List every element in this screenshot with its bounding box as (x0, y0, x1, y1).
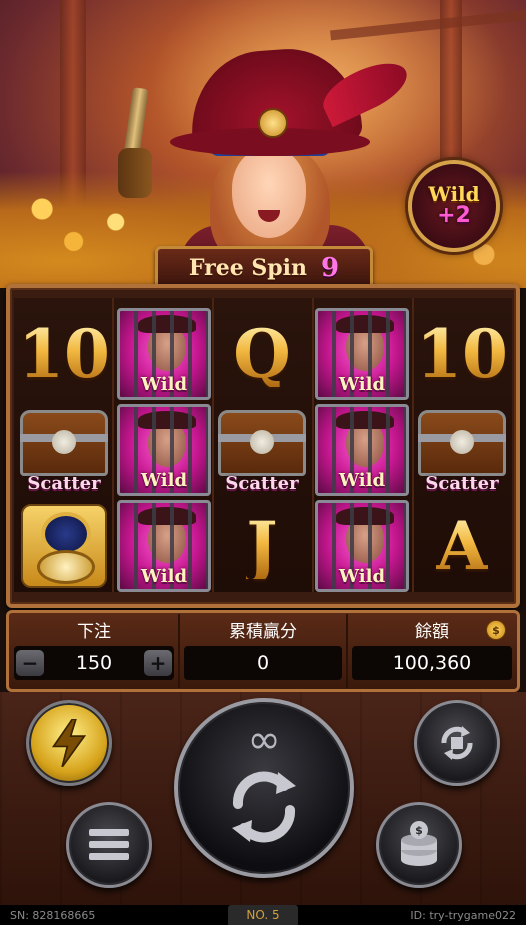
winnings-label: 累積贏分 (229, 621, 297, 642)
reel-cell: Q (214, 306, 310, 402)
symbol-letter: J (246, 507, 278, 585)
lightning-icon (51, 719, 87, 767)
symbol-letter: 10 (416, 315, 508, 393)
skull-badge-icon (258, 108, 288, 138)
dollar-coin-icon[interactable]: $ (486, 620, 506, 640)
wild-bonus-amount: +2 (437, 202, 471, 228)
wild-symbol: Wild (315, 308, 409, 400)
wild-label: Wild (140, 374, 188, 395)
wild-symbol: Wild (315, 404, 409, 496)
scatter-symbol: Scatter (16, 404, 112, 496)
winnings-panel: 累積贏分 0 (180, 614, 346, 688)
reel-cell: Wild (314, 498, 410, 594)
wild-bonus-word: Wild (428, 181, 480, 206)
bet-decrease-button[interactable]: − (16, 650, 44, 676)
scatter-symbol: Scatter (414, 404, 510, 496)
reel-cell: Scatter (414, 402, 510, 498)
winnings-value: 0 (184, 646, 342, 680)
reel-cell: Scatter (214, 402, 310, 498)
reel-cell: Wild (116, 402, 212, 498)
wild-label: Wild (338, 566, 386, 587)
reel-cell: Wild (314, 402, 410, 498)
refresh-arrows-icon (232, 771, 296, 843)
symbol-letter: Q (233, 315, 291, 393)
reel-cell: 10 (16, 306, 112, 402)
wild-symbol: Wild (315, 500, 409, 592)
scatter-symbol: Scatter (214, 404, 310, 496)
skull-icon (52, 430, 76, 454)
wild-label: Wild (338, 470, 386, 491)
wild-symbol: Wild (117, 500, 211, 592)
bet-options-button[interactable]: $ (376, 802, 462, 888)
turbo-button[interactable] (26, 700, 112, 786)
reel-cell: Wild (116, 498, 212, 594)
reel-cell: Scatter (16, 402, 112, 498)
wild-label: Wild (140, 470, 188, 491)
reel-cell (16, 498, 112, 594)
pirate-character (150, 40, 415, 288)
wild-label: Wild (338, 374, 386, 395)
reel-divider (112, 298, 114, 592)
scatter-label: Scatter (27, 473, 101, 494)
skull-icon (250, 430, 274, 454)
reel-cell: 10 (414, 306, 510, 402)
free-spin-count: 9 (321, 253, 340, 283)
spin-button[interactable]: ∞ (174, 698, 354, 878)
scatter-label: Scatter (425, 473, 499, 494)
coin-stack-icon: $ (401, 821, 437, 866)
bet-panel: 下注 150 − + (10, 614, 178, 688)
player-id: ID: try-trygame022 (410, 909, 516, 922)
scatter-label: Scatter (225, 473, 299, 494)
reel-cell: A (414, 498, 510, 594)
autoplay-stop-icon (441, 726, 473, 760)
pistol-icon (118, 87, 158, 208)
balance-panel: 餘額 $ 100,360 (348, 614, 516, 688)
bet-label: 下注 (77, 621, 111, 642)
free-spin-label: Free Spin (188, 255, 307, 281)
reel-cell: J (214, 498, 310, 594)
compass-symbol-icon (21, 504, 107, 588)
wild-symbol: Wild (117, 404, 211, 496)
symbol-letter: 10 (18, 315, 110, 393)
reel-cell: Wild (116, 306, 212, 402)
skull-icon (450, 430, 474, 454)
pirate-face (232, 148, 306, 238)
infinity-icon: ∞ (247, 717, 281, 763)
autoplay-button[interactable] (414, 700, 500, 786)
wild-label: Wild (140, 566, 188, 587)
serial-number: SN: 828168665 (10, 909, 96, 922)
compass-dial (37, 550, 95, 584)
symbol-letter: A (436, 507, 488, 585)
wild-symbol: Wild (117, 308, 211, 400)
wild-bonus-medallion: Wild +2 (408, 160, 500, 252)
footer: SN: 828168665 NO. 5 ID: try-trygame022 (0, 905, 526, 925)
round-number: NO. 5 (228, 905, 298, 925)
bet-increase-button[interactable]: + (144, 650, 172, 676)
menu-button[interactable] (66, 802, 152, 888)
reel-cell: Wild (314, 306, 410, 402)
svg-text:$: $ (415, 824, 423, 837)
hamburger-menu-icon (89, 829, 129, 860)
balance-value: 100,360 (352, 646, 512, 680)
